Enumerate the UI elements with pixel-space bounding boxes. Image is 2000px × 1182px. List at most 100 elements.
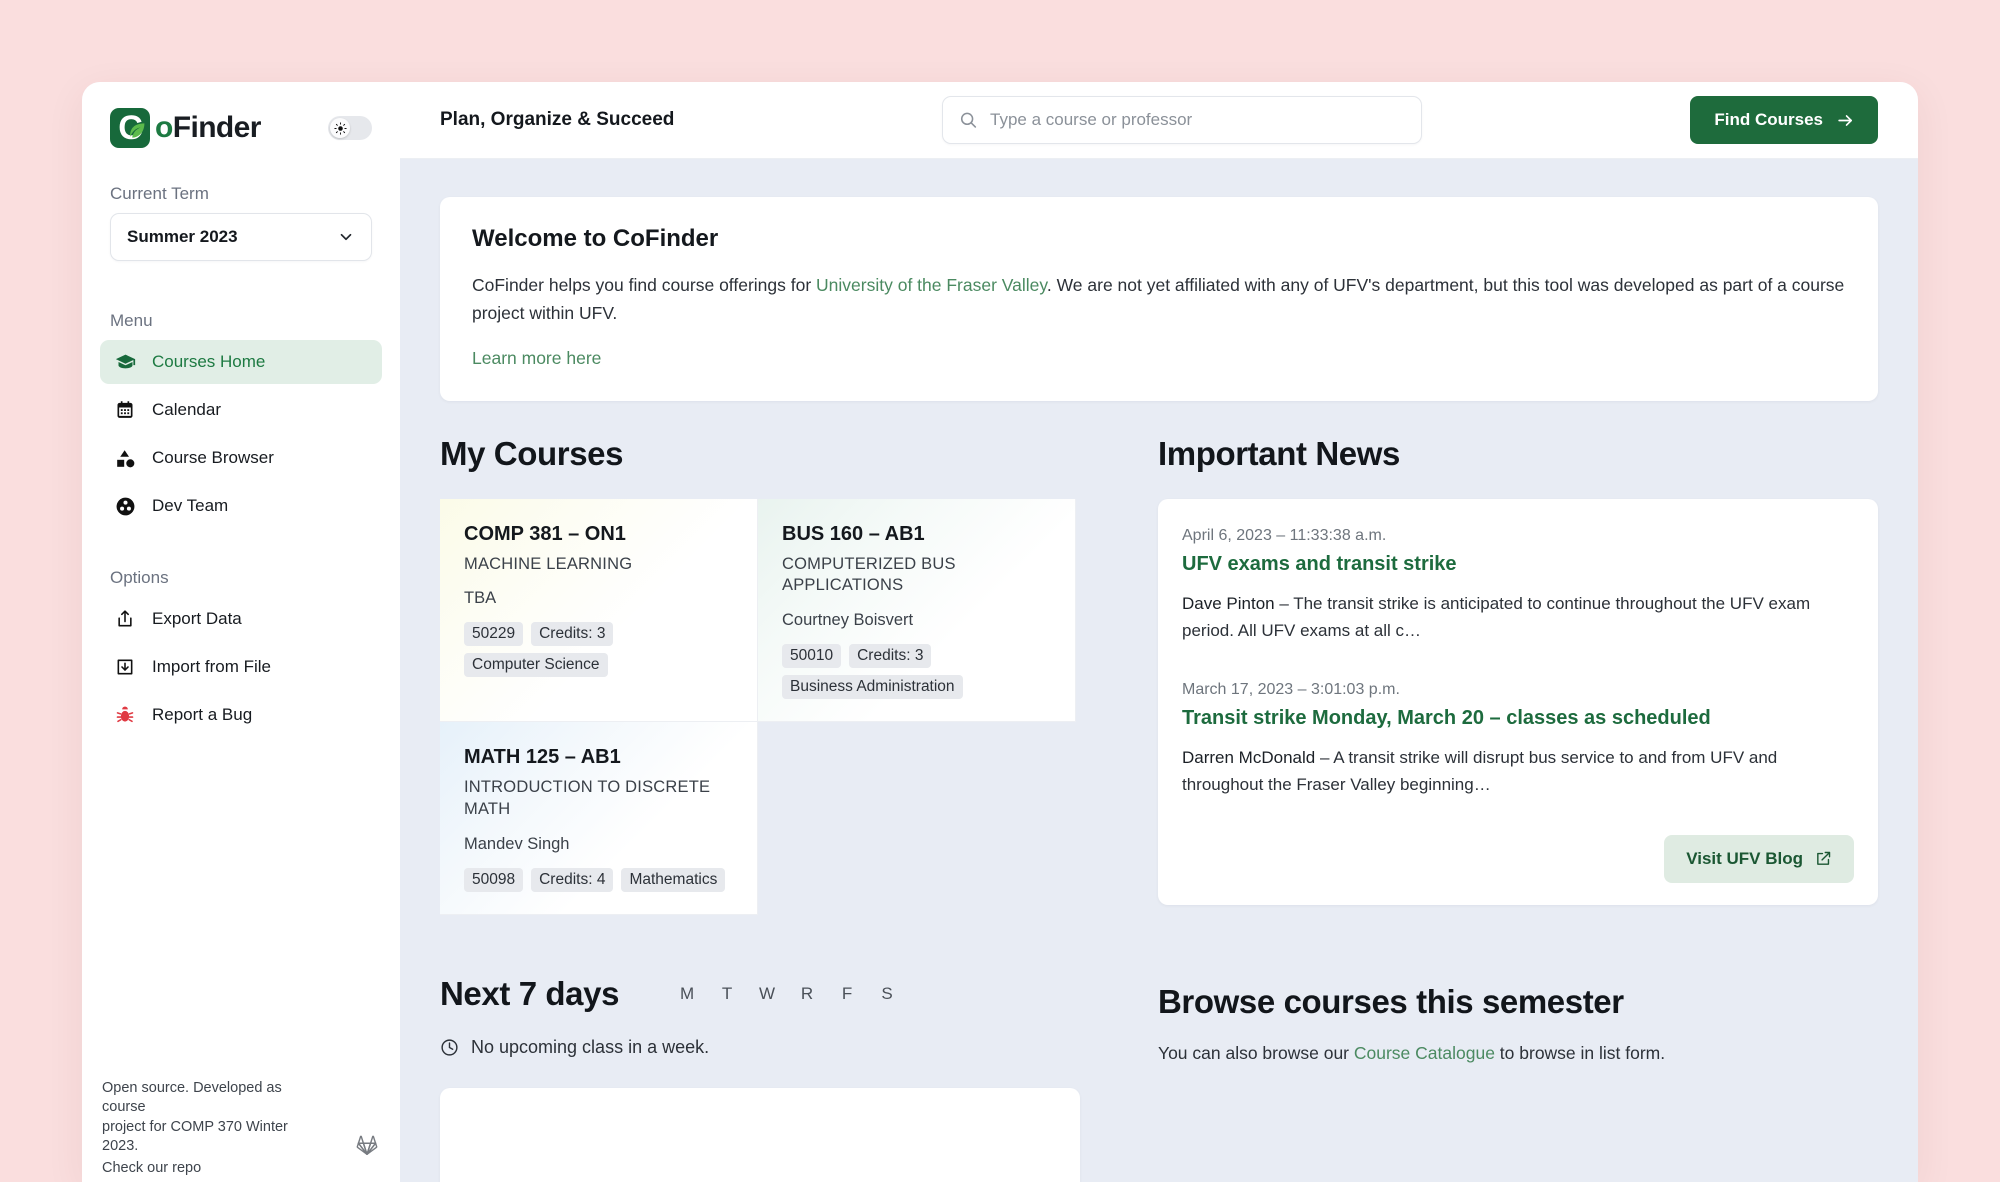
- sidebar-item-label: Course Browser: [152, 448, 274, 467]
- course-card[interactable]: COMP 381 – ON1 MACHINE LEARNING TBA 5022…: [440, 498, 758, 723]
- welcome-body: CoFinder helps you find course offerings…: [472, 271, 1846, 328]
- news-item: March 17, 2023 – 3:01:03 p.m. Transit st…: [1182, 681, 1854, 799]
- search-box[interactable]: [942, 96, 1423, 144]
- term-select-value: Summer 2023: [127, 227, 238, 246]
- visit-ufv-blog-button[interactable]: Visit UFV Blog: [1664, 834, 1854, 883]
- footer-note-line1: Open source. Developed as course: [102, 1079, 282, 1116]
- theme-toggle[interactable]: [328, 116, 372, 140]
- news-author: Dave Pinton: [1182, 593, 1275, 613]
- ufv-link[interactable]: University of the Fraser Valley: [816, 275, 1047, 295]
- sidebar-item-label: Calendar: [152, 400, 221, 419]
- course-tag-credits: Credits: 3: [531, 622, 614, 647]
- course-code: MATH 125 – AB1: [464, 746, 621, 769]
- app-window: C oFinder Current Term Summer 2023 Menu …: [82, 82, 1918, 1182]
- sidebar-item-courses-home[interactable]: Courses Home: [100, 340, 382, 384]
- footer-note-line2: project for COMP 370 Winter 2023.: [102, 1118, 288, 1155]
- course-tag-subject: Mathematics: [621, 867, 726, 892]
- next-7-days-heading: Next 7 days: [440, 974, 620, 1012]
- news-title[interactable]: Transit strike Monday, March 20 – classe…: [1182, 707, 1854, 730]
- browse-courses-subtitle: You can also browse our Course Catalogue…: [1158, 1043, 1878, 1064]
- left-column: My Courses COMP 381 – ON1 MACHINE LEARNI…: [440, 435, 1080, 1182]
- sidebar-item-export-data[interactable]: Export Data: [100, 597, 382, 641]
- app-logo[interactable]: C oFinder: [110, 108, 261, 148]
- gitlab-icon[interactable]: [354, 1131, 380, 1162]
- menu-nav: Courses Home Calendar Course Browser Dev…: [82, 340, 400, 532]
- logo-word-accent: o: [155, 111, 173, 144]
- search-icon: [961, 112, 977, 128]
- course-name: MACHINE LEARNING: [464, 554, 633, 573]
- blog-button-row: Visit UFV Blog: [1182, 834, 1854, 883]
- browse-courses-heading: Browse courses this semester: [1158, 982, 1624, 1020]
- sidebar-item-report-a-bug[interactable]: Report a Bug: [100, 693, 382, 737]
- day-strip: M T W R F S: [667, 984, 907, 1004]
- share-upload-icon: [114, 608, 136, 630]
- sidebar-item-label: Export Data: [152, 609, 242, 628]
- course-professor: Mandev Singh: [464, 834, 570, 853]
- menu-section-label: Menu: [110, 311, 153, 330]
- browse-sub-post: to browse in list form.: [1494, 1042, 1666, 1063]
- current-term-label: Current Term: [110, 184, 209, 203]
- sidebar-item-import-from-file[interactable]: Import from File: [100, 645, 382, 689]
- sidebar-item-dev-team[interactable]: Dev Team: [100, 484, 382, 528]
- course-tag-crn: 50229: [464, 622, 524, 647]
- welcome-body-pre: CoFinder helps you find course offerings…: [472, 275, 817, 295]
- footer-note-line3: Check our repo: [102, 1160, 202, 1176]
- tagline: Plan, Organize & Succeed: [440, 109, 675, 130]
- news-item: April 6, 2023 – 11:33:38 a.m. UFV exams …: [1182, 527, 1854, 645]
- course-card[interactable]: MATH 125 – AB1 INTRODUCTION TO DISCRETE …: [440, 722, 758, 915]
- sidebar-item-calendar[interactable]: Calendar: [100, 388, 382, 432]
- day-toggle-t[interactable]: T: [707, 984, 747, 1004]
- term-select[interactable]: Summer 2023: [110, 213, 372, 261]
- content-scroll-area[interactable]: Welcome to CoFinder CoFinder helps you f…: [400, 159, 1918, 1182]
- course-card[interactable]: BUS 160 – AB1 COMPUTERIZED BUS APPLICATI…: [758, 498, 1076, 723]
- course-name: INTRODUCTION TO DISCRETE MATH: [464, 778, 711, 818]
- news-excerpt: Dave Pinton – The transit strike is anti…: [1182, 590, 1854, 645]
- day-toggle-s[interactable]: S: [867, 984, 907, 1004]
- sun-icon: [333, 121, 347, 135]
- news-card: April 6, 2023 – 11:33:38 a.m. UFV exams …: [1158, 498, 1878, 905]
- course-catalogue-link[interactable]: Course Catalogue: [1354, 1043, 1495, 1063]
- leaf-icon: [130, 123, 145, 138]
- sidebar-item-course-browser[interactable]: Course Browser: [100, 436, 382, 480]
- course-tag-subject: Computer Science: [464, 653, 608, 678]
- options-nav: Export Data Import from File Report a Bu…: [82, 597, 400, 741]
- no-upcoming-class-text: No upcoming class in a week.: [471, 1036, 710, 1057]
- day-toggle-w[interactable]: W: [747, 984, 787, 1004]
- news-title[interactable]: UFV exams and transit strike: [1182, 553, 1854, 576]
- course-tags: 50098 Credits: 4 Mathematics: [464, 867, 733, 892]
- clock-icon: [441, 1039, 458, 1056]
- browse-sub-pre: You can also browse our: [1158, 1042, 1354, 1063]
- day-toggle-r[interactable]: R: [787, 984, 827, 1004]
- important-news-heading: Important News: [1158, 434, 1400, 472]
- no-upcoming-class-row: No upcoming class in a week.: [440, 1037, 1080, 1058]
- learn-more-link[interactable]: Learn more here: [472, 348, 601, 369]
- course-professor: TBA: [464, 589, 497, 608]
- schedule-card[interactable]: [440, 1087, 1080, 1182]
- sidebar-item-label: Dev Team: [152, 496, 229, 515]
- graduation-cap-icon: [114, 351, 136, 373]
- visit-ufv-blog-label: Visit UFV Blog: [1686, 848, 1803, 868]
- people-circle-icon: [114, 495, 136, 517]
- external-link-icon: [1817, 852, 1831, 866]
- search-input[interactable]: [990, 110, 1406, 130]
- course-tag-credits: Credits: 4: [531, 867, 614, 892]
- course-code: BUS 160 – AB1: [782, 522, 925, 545]
- course-tag-subject: Business Administration: [782, 675, 963, 700]
- welcome-title: Welcome to CoFinder: [472, 225, 719, 252]
- day-toggle-f[interactable]: F: [827, 984, 867, 1004]
- content-columns: My Courses COMP 381 – ON1 MACHINE LEARNI…: [440, 435, 1878, 1182]
- calendar-icon: [114, 399, 136, 421]
- course-grid: COMP 381 – ON1 MACHINE LEARNING TBA 5022…: [440, 498, 1080, 915]
- topbar: Plan, Organize & Succeed Find Courses: [400, 82, 1918, 159]
- day-toggle-m[interactable]: M: [667, 984, 707, 1004]
- next-7-days-header: Next 7 days M T W R F S: [440, 975, 1080, 1013]
- news-date: April 6, 2023 – 11:33:38 a.m.: [1182, 526, 1387, 544]
- course-professor: Courtney Boisvert: [782, 611, 914, 630]
- news-excerpt: Darren McDonald – A transit strike will …: [1182, 744, 1854, 799]
- sidebar: C oFinder Current Term Summer 2023 Menu …: [82, 82, 400, 1182]
- course-name: COMPUTERIZED BUS APPLICATIONS: [782, 554, 956, 595]
- sidebar-header: C oFinder: [82, 82, 400, 148]
- find-courses-button[interactable]: Find Courses: [1690, 96, 1878, 144]
- find-courses-label: Find Courses: [1714, 110, 1823, 129]
- sidebar-item-label: Courses Home: [152, 352, 266, 371]
